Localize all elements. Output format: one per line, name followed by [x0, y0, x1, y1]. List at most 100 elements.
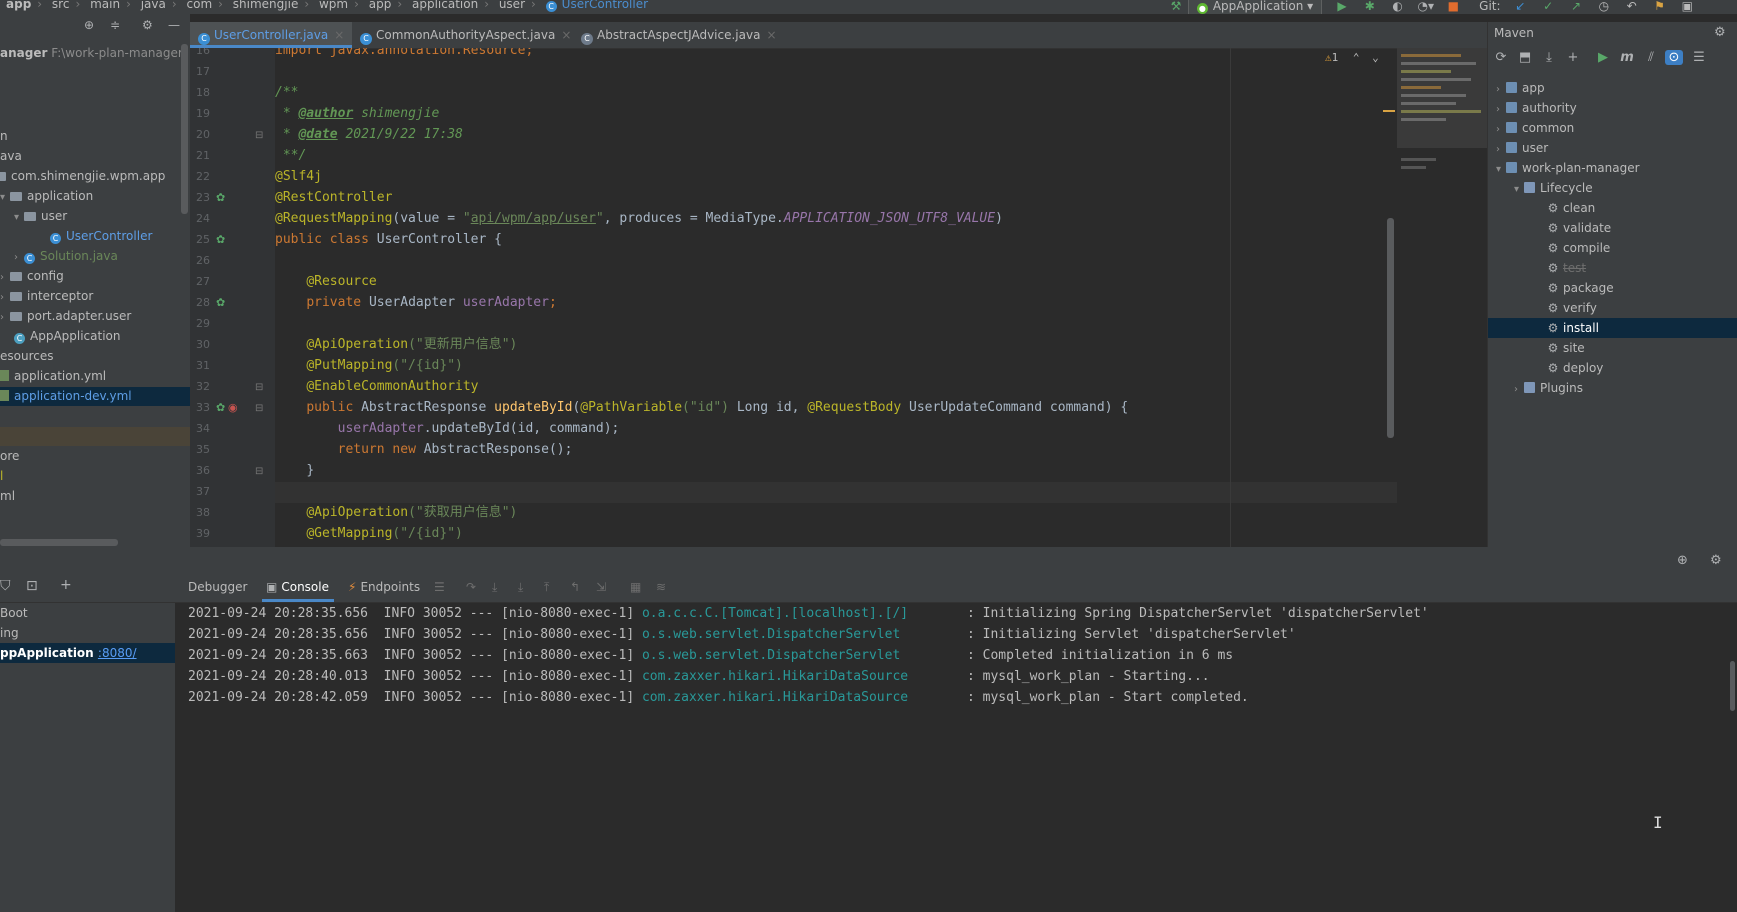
show-dependencies-icon[interactable]: ☰ [1690, 50, 1708, 65]
settings-gear-icon[interactable]: ⚙ [142, 18, 153, 32]
maven-goal-verify[interactable]: ⚙ verify [1488, 298, 1737, 318]
breadcrumb-item[interactable]: UserController [562, 0, 648, 11]
debug-icon[interactable]: ✱ [1362, 0, 1378, 13]
add-icon[interactable]: + [1564, 50, 1582, 65]
add-icon[interactable]: + [60, 577, 72, 593]
console-output[interactable]: 2021-09-24 20:28:35.656 INFO 30052 --- [… [176, 603, 1737, 912]
breadcrumb-item[interactable]: shimengjie [233, 0, 299, 11]
collapse-all-icon[interactable]: ≑ [110, 18, 120, 32]
run-to-cursor-icon[interactable]: ⇲ [596, 580, 606, 594]
tab-abstractaspectjadvice[interactable]: C AbstractAspectJAdvice.java × [573, 22, 785, 48]
tab-commonauthorityaspect[interactable]: C CommonAuthorityAspect.java × [352, 22, 579, 48]
fold-icon[interactable]: ⊟ [255, 466, 263, 477]
maven-goal-validate[interactable]: ⚙ validate [1488, 218, 1737, 238]
fold-icon[interactable]: ⊟ [255, 130, 263, 141]
editor-scrollbar[interactable] [1387, 218, 1394, 438]
spring-bean-icon[interactable]: ✿ [216, 191, 225, 204]
warning-marker[interactable] [1383, 110, 1395, 112]
breadcrumb-item[interactable]: com [187, 0, 213, 11]
settings-gear-icon[interactable]: ⚙ [1710, 553, 1722, 568]
spring-bean-icon[interactable]: ✿ [216, 233, 225, 246]
close-icon[interactable]: × [766, 28, 776, 42]
editor-gutter[interactable]: 16 17 18 19 20 21 22 23 24 25 26 27 28 2… [190, 48, 275, 547]
evaluate-expression-icon[interactable]: ▦ [630, 580, 641, 594]
port-link[interactable]: :8080/ [98, 646, 137, 660]
chevron-right-icon[interactable]: › [1514, 380, 1524, 400]
profile-icon[interactable]: ◔▾ [1417, 0, 1434, 13]
run-configuration-select[interactable]: ● AppApplication ▾ [1187, 0, 1323, 14]
reload-icon[interactable]: ⟳ [1492, 50, 1510, 65]
trace-icon[interactable]: ≋ [656, 580, 666, 594]
tab-usercontroller[interactable]: C UserController.java × [190, 22, 353, 48]
tree-item-highlighted[interactable] [0, 427, 190, 446]
panel-splitter[interactable]: ⊕ ⚙ [0, 547, 1737, 574]
tree-item-selected[interactable]: application-dev.yml [0, 387, 190, 406]
vertical-scrollbar[interactable] [181, 44, 188, 214]
run-icon[interactable]: ▶ [1334, 0, 1350, 13]
execute-goal-icon[interactable]: m [1618, 50, 1636, 65]
offline-mode-icon[interactable]: ⊙ [1665, 50, 1683, 65]
menu-icon[interactable]: ☰ [434, 580, 445, 594]
breadcrumb-item[interactable]: src [52, 0, 70, 11]
hide-icon[interactable]: — [168, 18, 180, 32]
chevron-up-icon[interactable]: ⌃ [1353, 51, 1360, 64]
tree-item[interactable]: › C Solution.java [14, 247, 118, 266]
locate-icon[interactable]: ⊕ [84, 18, 94, 32]
maven-goal-install[interactable]: ⚙ install [1488, 318, 1737, 338]
code-token[interactable]: api/wpm/app/user [471, 211, 596, 226]
maven-module-work-plan-manager[interactable]: ▾ work-plan-manager [1488, 158, 1737, 178]
tree-item[interactable]: com.shimengjie.wpm.app [0, 167, 165, 186]
chevron-right-icon[interactable]: › [0, 308, 10, 327]
locate-icon[interactable]: ⊕ [1677, 553, 1688, 568]
fold-icon[interactable]: ⊟ [255, 403, 263, 414]
chevron-down-icon[interactable]: ▾ [14, 208, 24, 227]
skip-tests-icon[interactable]: ⫽ [1642, 50, 1660, 65]
close-icon[interactable]: × [561, 28, 571, 42]
chevron-right-icon[interactable]: › [0, 288, 10, 307]
breadcrumb-item[interactable]: application [412, 0, 478, 11]
chevron-right-icon[interactable]: › [14, 248, 24, 267]
chevron-right-icon[interactable]: › [1496, 120, 1506, 140]
breadcrumb-item[interactable]: user [499, 0, 525, 11]
vcs-branch-icon[interactable]: ⚑ [1652, 0, 1668, 13]
tree-item[interactable]: n [0, 127, 8, 146]
tab-endpoints[interactable]: ⚡ Endpoints [348, 580, 420, 594]
step-over-icon[interactable]: ↷ [466, 580, 476, 594]
maven-module-app[interactable]: › app [1488, 78, 1737, 98]
breadcrumb-item[interactable]: wpm [319, 0, 348, 11]
tree-item[interactable]: › port.adapter.user [0, 307, 131, 326]
tree-item[interactable]: C UserController [50, 227, 152, 246]
tree-item[interactable]: › config [0, 267, 64, 286]
inspection-widget[interactable]: ⚠1 ⌃ ⌄ [1325, 51, 1379, 64]
vcs-commit-icon[interactable]: ✓ [1540, 0, 1556, 13]
step-into-icon[interactable]: ⤓ [492, 580, 497, 595]
chevron-down-icon[interactable]: ▾ [1496, 160, 1506, 180]
project-structure-icon[interactable]: ▣ [1679, 0, 1695, 13]
breadcrumb-item[interactable]: java [141, 0, 166, 11]
step-out-icon[interactable]: ⤒ [544, 580, 549, 595]
maven-goal-deploy[interactable]: ⚙ deploy [1488, 358, 1737, 378]
maven-plugins[interactable]: › Plugins [1488, 378, 1737, 398]
request-mapping-icon[interactable]: ✿ [216, 401, 225, 414]
maven-goal-site[interactable]: ⚙ site [1488, 338, 1737, 358]
breadcrumb-item[interactable]: app [369, 0, 392, 11]
vcs-push-icon[interactable]: ↗ [1568, 0, 1584, 13]
chevron-right-icon[interactable]: › [1496, 100, 1506, 120]
maven-module-user[interactable]: › user [1488, 138, 1737, 158]
tree-item[interactable]: ml [0, 487, 15, 506]
tree-item[interactable]: › interceptor [0, 287, 93, 306]
coverage-icon[interactable]: ◐ [1390, 0, 1406, 13]
rollback-icon[interactable]: ↶ [1624, 0, 1640, 13]
horizontal-scrollbar[interactable] [0, 539, 118, 546]
breakpoint-icon[interactable]: ◉ [228, 401, 238, 414]
breadcrumb-item[interactable]: app [6, 0, 31, 11]
tree-item[interactable]: ▾ user [14, 207, 67, 226]
drop-frame-icon[interactable]: ↰ [570, 580, 580, 594]
service-item[interactable]: Boot [0, 603, 175, 623]
tree-item[interactable]: ▾ application [0, 187, 93, 206]
filter-icon[interactable]: ⛉ [0, 578, 11, 594]
tree-item[interactable]: ore [0, 447, 19, 466]
maven-module-common[interactable]: › common [1488, 118, 1737, 138]
build-hammer-icon[interactable]: ⚒ [1168, 0, 1184, 13]
stop-icon[interactable]: ■ [1445, 0, 1461, 13]
